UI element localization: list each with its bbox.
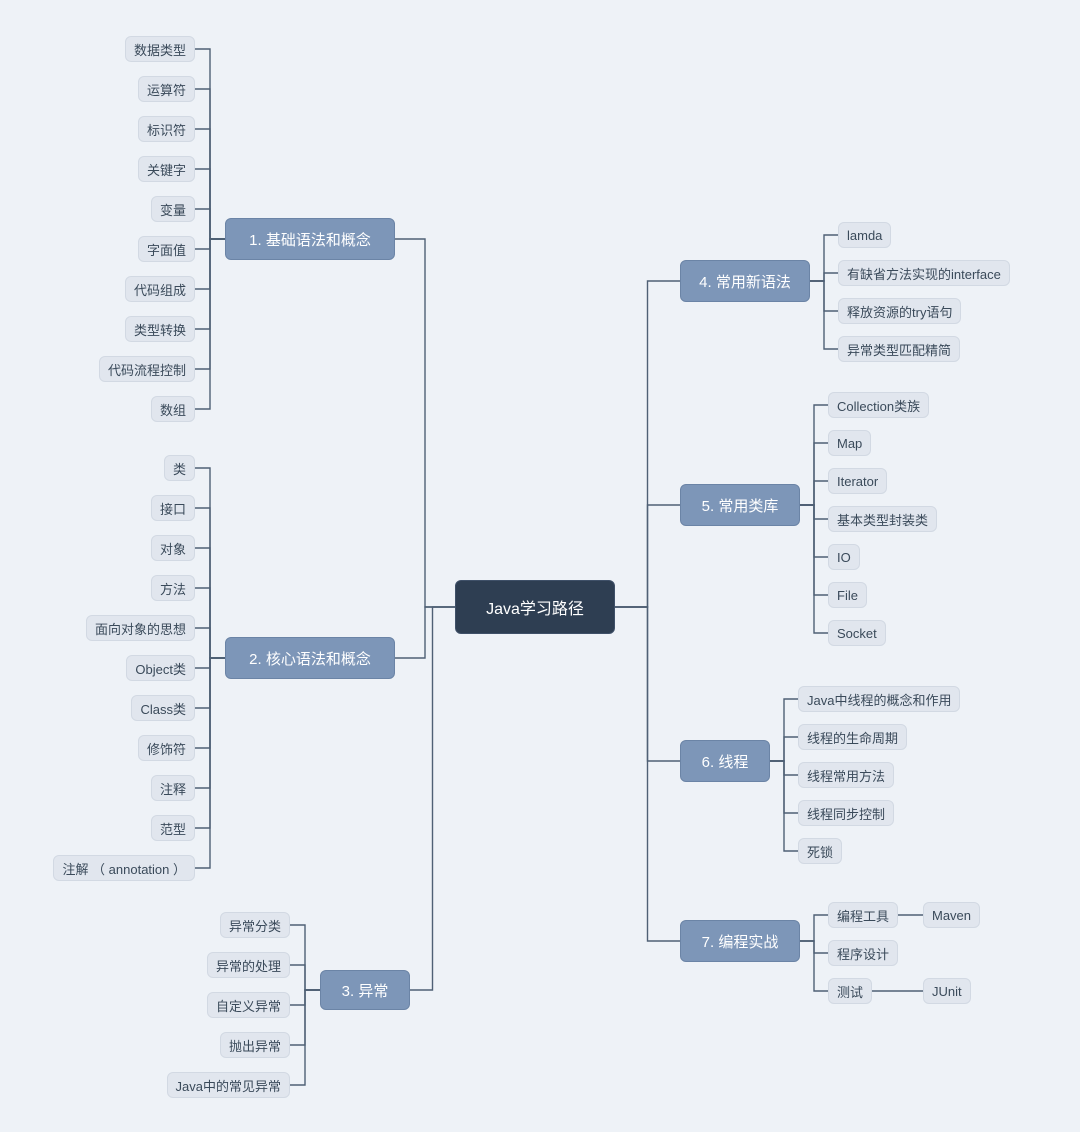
leaf-b1-0[interactable]: 数据类型 [125,36,195,62]
leaf-b5-2[interactable]: Iterator [828,468,887,494]
branch-b5[interactable]: 5. 常用类库 [680,484,800,526]
leaf-b1-9[interactable]: 数组 [151,396,195,422]
leaf-b4-3[interactable]: 异常类型匹配精简 [838,336,960,362]
leaf-b7-2[interactable]: 测试 [828,978,872,1004]
leaf-b1-8[interactable]: 代码流程控制 [99,356,195,382]
central-node[interactable]: Java学习路径 [455,580,615,634]
leaf-b7-1[interactable]: 程序设计 [828,940,898,966]
leaf-b5-0[interactable]: Collection类族 [828,392,929,418]
leaf-b4-1[interactable]: 有缺省方法实现的interface [838,260,1010,286]
leaf-b2-1[interactable]: 接口 [151,495,195,521]
leaf-b2-3[interactable]: 方法 [151,575,195,601]
branch-b7[interactable]: 7. 编程实战 [680,920,800,962]
leaf-b5-1[interactable]: Map [828,430,871,456]
leaf-b6-4[interactable]: 死锁 [798,838,842,864]
leaf-b7-0[interactable]: 编程工具 [828,902,898,928]
branch-b6[interactable]: 6. 线程 [680,740,770,782]
leaf-b6-1[interactable]: 线程的生命周期 [798,724,907,750]
leaf-b1-7[interactable]: 类型转换 [125,316,195,342]
leaf-b5-3[interactable]: 基本类型封装类 [828,506,937,532]
leaf-b2-2[interactable]: 对象 [151,535,195,561]
leaf-b2-7[interactable]: 修饰符 [138,735,195,761]
leaf-b6-3[interactable]: 线程同步控制 [798,800,894,826]
leaf-b3-4[interactable]: Java中的常见异常 [167,1072,290,1098]
leaf-b4-0[interactable]: lamda [838,222,891,248]
sub-b7-0[interactable]: Maven [923,902,980,928]
leaf-b2-4[interactable]: 面向对象的思想 [86,615,195,641]
leaf-b2-5[interactable]: Object类 [126,655,195,681]
leaf-b3-3[interactable]: 抛出异常 [220,1032,290,1058]
leaf-b5-5[interactable]: File [828,582,867,608]
leaf-b1-1[interactable]: 运算符 [138,76,195,102]
sub-b7-2[interactable]: JUnit [923,978,971,1004]
leaf-b6-0[interactable]: Java中线程的概念和作用 [798,686,960,712]
leaf-b3-0[interactable]: 异常分类 [220,912,290,938]
leaf-b2-8[interactable]: 注释 [151,775,195,801]
leaf-b5-6[interactable]: Socket [828,620,886,646]
leaf-b1-3[interactable]: 关键字 [138,156,195,182]
leaf-b2-9[interactable]: 范型 [151,815,195,841]
leaf-b3-2[interactable]: 自定义异常 [207,992,290,1018]
leaf-b2-0[interactable]: 类 [164,455,195,481]
branch-b1[interactable]: 1. 基础语法和概念 [225,218,395,260]
leaf-b6-2[interactable]: 线程常用方法 [798,762,894,788]
branch-b2[interactable]: 2. 核心语法和概念 [225,637,395,679]
leaf-b1-6[interactable]: 代码组成 [125,276,195,302]
leaf-b1-4[interactable]: 变量 [151,196,195,222]
leaf-b4-2[interactable]: 释放资源的try语句 [838,298,961,324]
leaf-b5-4[interactable]: IO [828,544,860,570]
leaf-b2-6[interactable]: Class类 [131,695,195,721]
leaf-b1-2[interactable]: 标识符 [138,116,195,142]
leaf-b2-10[interactable]: 注解 （ annotation ） [53,855,195,881]
branch-b4[interactable]: 4. 常用新语法 [680,260,810,302]
leaf-b1-5[interactable]: 字面值 [138,236,195,262]
leaf-b3-1[interactable]: 异常的处理 [207,952,290,978]
branch-b3[interactable]: 3. 异常 [320,970,410,1010]
